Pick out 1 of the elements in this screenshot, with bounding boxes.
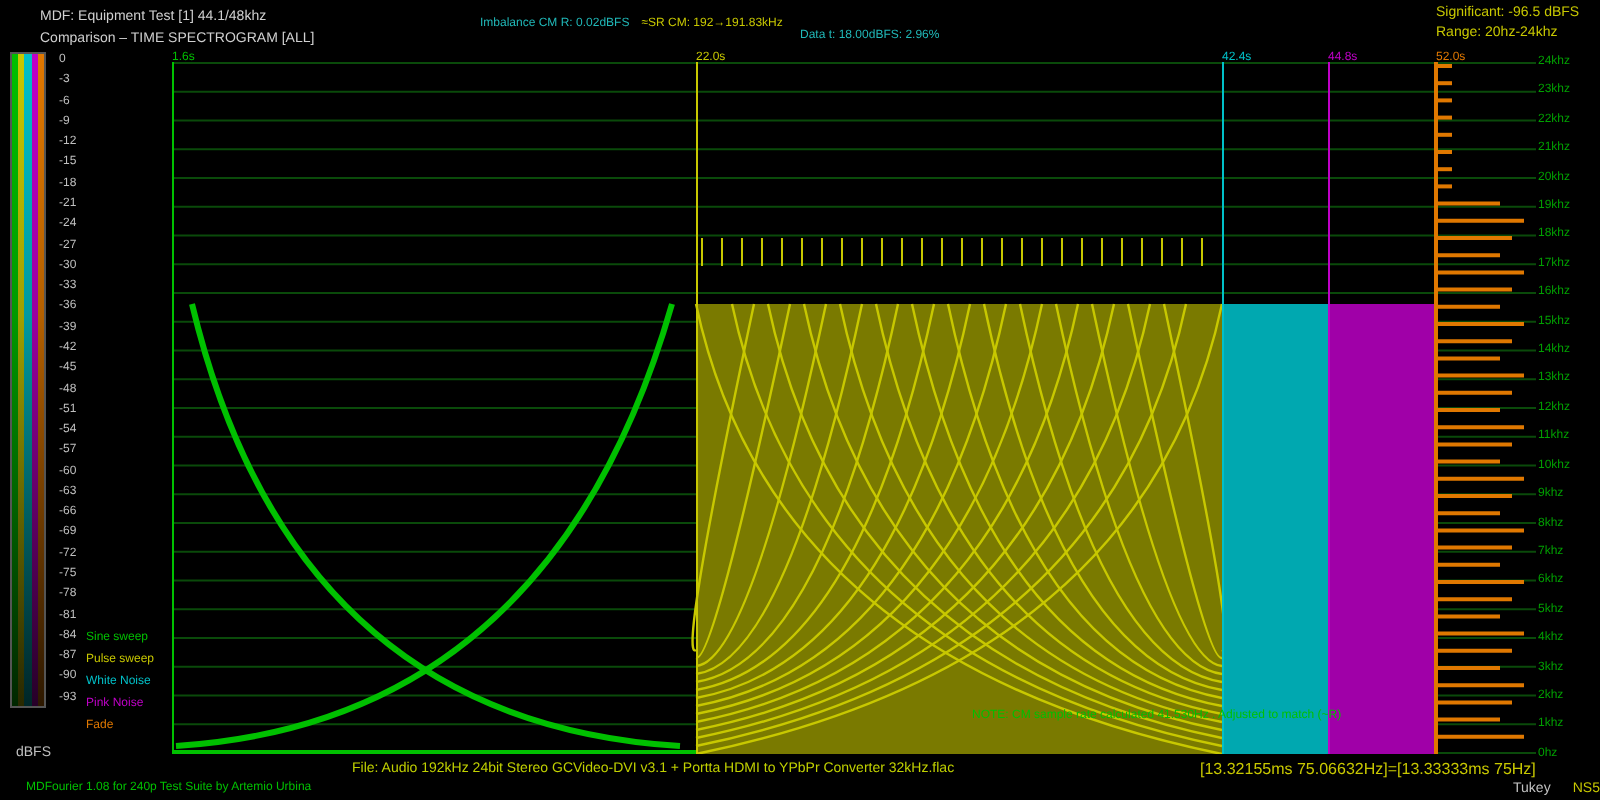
period-text: [13.32155ms 75.06632Hz]=[13.33333ms 75Hz] — [1200, 762, 1536, 780]
